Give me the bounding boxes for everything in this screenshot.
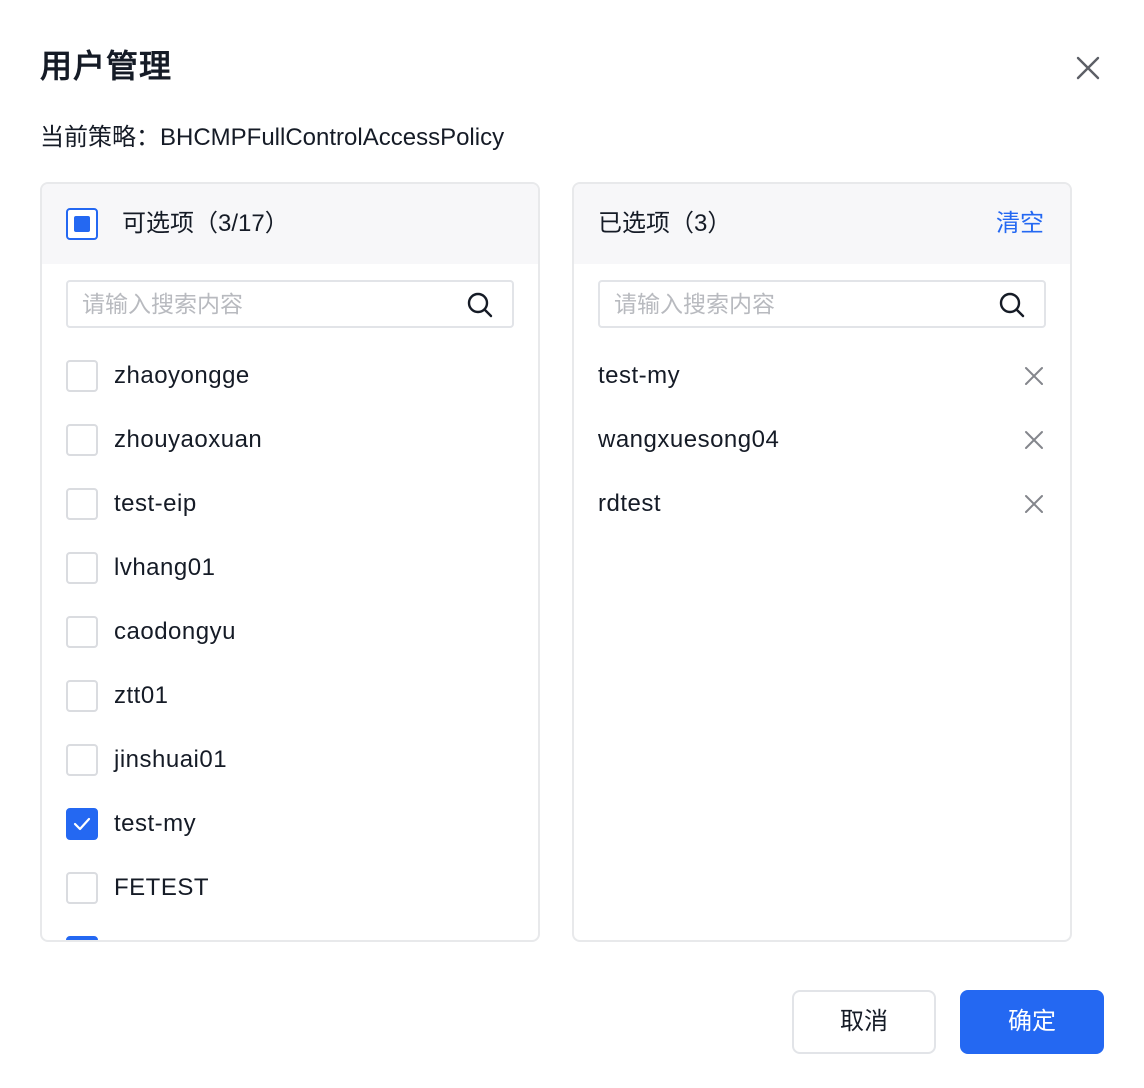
list-item-label: zhouyaoxuan: [114, 426, 263, 453]
close-button[interactable]: [1068, 48, 1108, 88]
available-search-box: [66, 280, 514, 328]
checked-checkbox[interactable]: [66, 808, 98, 840]
user-management-dialog: 用户管理 当前策略：BHCMPFullControlAccessPolicy 可…: [0, 0, 1144, 1088]
list-item-label: caodongyu: [114, 618, 236, 645]
checked-checkbox[interactable]: [66, 936, 98, 940]
search-icon[interactable]: [998, 291, 1026, 319]
checkbox[interactable]: [66, 552, 98, 584]
available-panel-title: 可选项（3/17）: [122, 210, 289, 237]
selected-item: rdtest: [574, 472, 1070, 536]
selected-panel-header: 已选项（3） 清空: [574, 184, 1070, 264]
available-options-panel: 可选项（3/17） zhaoyongge zhouyaoxuan test-eip l…: [40, 182, 540, 942]
select-all-checkbox[interactable]: [66, 208, 98, 240]
selected-options-panel: 已选项（3） 清空 test-my wangxuesong04 rdtest: [572, 182, 1072, 942]
list-item-label: ztt01: [114, 682, 169, 709]
checkbox[interactable]: [66, 488, 98, 520]
selected-item-label: test-my: [598, 362, 681, 389]
list-item[interactable]: caodongyu: [42, 600, 538, 664]
list-item[interactable]: zhouyaoxuan: [42, 408, 538, 472]
remove-icon[interactable]: [1022, 492, 1046, 516]
remove-icon[interactable]: [1022, 428, 1046, 452]
clear-all-link[interactable]: 清空: [996, 206, 1044, 242]
selected-options-list: test-my wangxuesong04 rdtest: [574, 344, 1070, 940]
list-item[interactable]: [42, 920, 538, 940]
available-search-input[interactable]: [82, 282, 452, 326]
list-item-label: test-eip: [114, 490, 197, 517]
list-item[interactable]: ztt01: [42, 664, 538, 728]
current-policy: 当前策略：BHCMPFullControlAccessPolicy: [40, 124, 505, 151]
selected-item: test-my: [574, 344, 1070, 408]
checkbox[interactable]: [66, 616, 98, 648]
checkbox[interactable]: [66, 872, 98, 904]
selected-search-input[interactable]: [614, 282, 984, 326]
list-item-label: zhaoyongge: [114, 362, 250, 389]
available-panel-header: 可选项（3/17）: [42, 184, 538, 264]
checkbox[interactable]: [66, 680, 98, 712]
selected-item-label: wangxuesong04: [598, 426, 780, 453]
checkmark-icon: [73, 817, 91, 831]
close-icon: [1076, 56, 1100, 80]
checkbox[interactable]: [66, 360, 98, 392]
confirm-button[interactable]: 确定: [960, 990, 1104, 1054]
list-item-label: jinshuai01: [114, 746, 228, 773]
list-item-label: FETEST: [114, 874, 210, 901]
list-item[interactable]: zhaoyongge: [42, 344, 538, 408]
list-item[interactable]: lvhang01: [42, 536, 538, 600]
cancel-button[interactable]: 取消: [792, 990, 936, 1054]
search-icon[interactable]: [466, 291, 494, 319]
selected-item-label: rdtest: [598, 490, 662, 517]
selected-item: wangxuesong04: [574, 408, 1070, 472]
selected-panel-title: 已选项（3）: [598, 210, 732, 237]
list-item[interactable]: test-eip: [42, 472, 538, 536]
list-item[interactable]: test-my: [42, 792, 538, 856]
selected-search-box: [598, 280, 1046, 328]
remove-icon[interactable]: [1022, 364, 1046, 388]
list-item[interactable]: jinshuai01: [42, 728, 538, 792]
list-item-label: lvhang01: [114, 554, 216, 581]
dialog-title: 用户管理: [40, 48, 173, 84]
available-options-list: zhaoyongge zhouyaoxuan test-eip lvhang01 cao…: [42, 344, 538, 940]
list-item-label: test-my: [114, 810, 197, 837]
checkbox[interactable]: [66, 424, 98, 456]
checkbox[interactable]: [66, 744, 98, 776]
list-item[interactable]: FETEST: [42, 856, 538, 920]
